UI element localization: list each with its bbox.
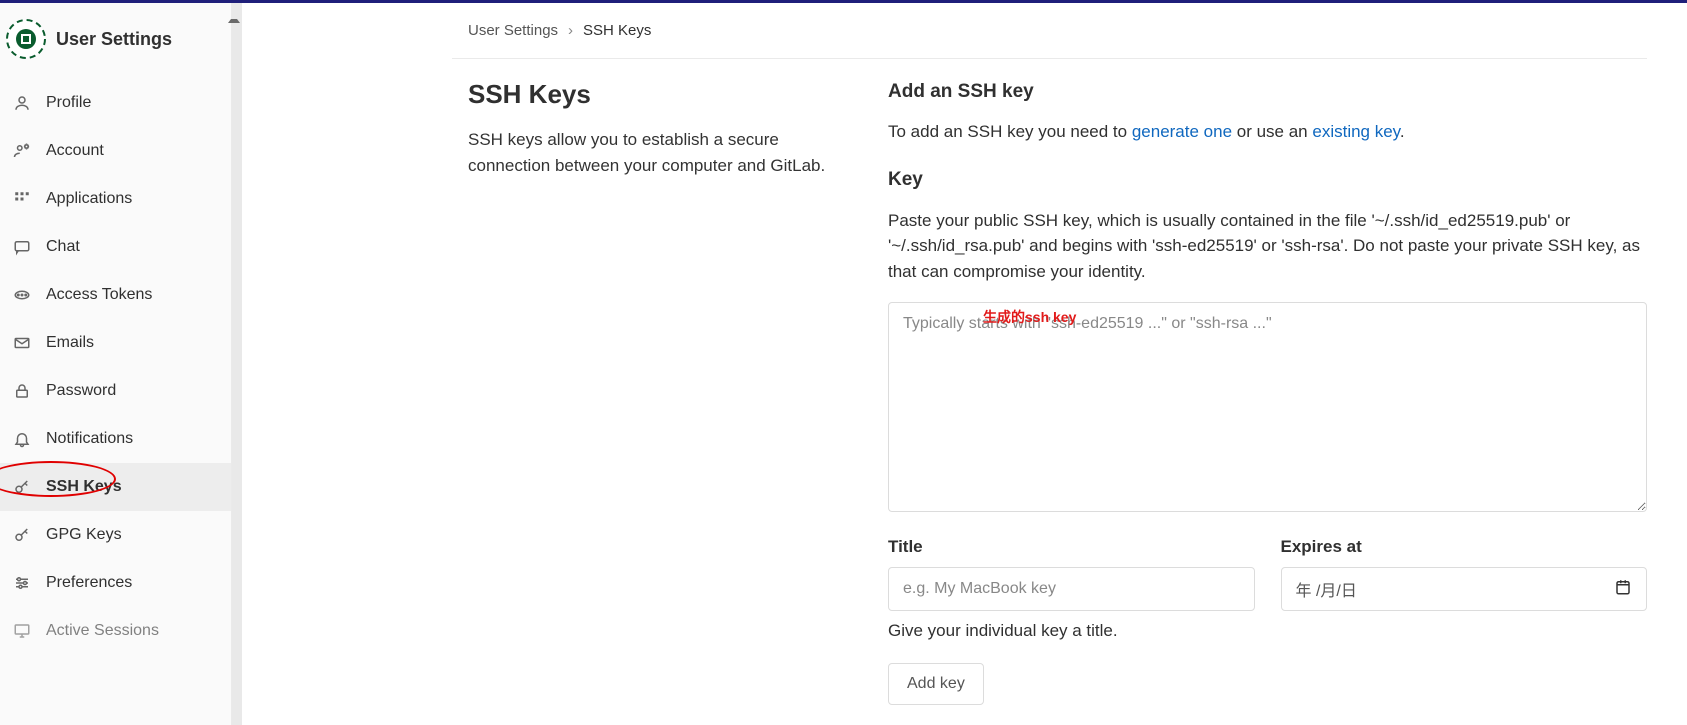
- sidebar-item-access-tokens[interactable]: Access Tokens: [0, 271, 231, 319]
- text-fragment: or use an: [1232, 122, 1312, 141]
- breadcrumb-root[interactable]: User Settings: [468, 22, 558, 39]
- title-expires-row: Title Give your individual key a title. …: [888, 537, 1647, 641]
- sidebar-item-label: Notifications: [46, 430, 133, 448]
- monitor-icon: [12, 621, 32, 641]
- link-generate-key[interactable]: generate one: [1132, 122, 1232, 141]
- sliders-icon: [12, 573, 32, 593]
- key-textarea[interactable]: [888, 302, 1647, 512]
- token-icon: [12, 285, 32, 305]
- sidebar-item-label: Emails: [46, 334, 94, 352]
- bell-icon: [12, 429, 32, 449]
- sidebar-header: User Settings: [0, 11, 231, 79]
- key-icon: [12, 477, 32, 497]
- sidebar-item-chat[interactable]: Chat: [0, 223, 231, 271]
- sidebar-item-applications[interactable]: Applications: [0, 175, 231, 223]
- sidebar-title: User Settings: [56, 29, 172, 50]
- key-icon: [12, 525, 32, 545]
- sidebar-item-label: Preferences: [46, 574, 132, 592]
- key-field-label: Key: [888, 169, 1647, 191]
- sidebar: User Settings Profile Account Applicatio…: [0, 3, 232, 725]
- content-grid: SSH Keys SSH keys allow you to establish…: [452, 59, 1647, 705]
- page-description: SSH keys allow you to establish a secure…: [468, 127, 848, 178]
- text-fragment: To add an SSH key you need to: [888, 122, 1132, 141]
- sidebar-item-emails[interactable]: Emails: [0, 319, 231, 367]
- sidebar-item-profile[interactable]: Profile: [0, 79, 231, 127]
- sidebar-scrollbar[interactable]: [231, 3, 243, 725]
- expires-field: Expires at 年 /月/日: [1281, 537, 1648, 641]
- sidebar-item-label: GPG Keys: [46, 526, 122, 544]
- sidebar-item-label: Chat: [46, 238, 80, 256]
- sidebar-item-preferences[interactable]: Preferences: [0, 559, 231, 607]
- add-key-button[interactable]: Add key: [888, 663, 984, 705]
- breadcrumb-current: SSH Keys: [583, 22, 651, 39]
- breadcrumb: User Settings › SSH Keys: [452, 3, 1647, 59]
- key-textarea-wrap: 生成的ssh key: [888, 302, 1647, 517]
- main-content: User Settings › SSH Keys SSH Keys SSH ke…: [232, 3, 1687, 725]
- text-fragment: .: [1400, 122, 1405, 141]
- add-key-heading: Add an SSH key: [888, 81, 1647, 103]
- form-column: Add an SSH key To add an SSH key you nee…: [888, 77, 1647, 705]
- sidebar-item-label: Access Tokens: [46, 286, 152, 304]
- mail-icon: [12, 333, 32, 353]
- sidebar-item-label: Active Sessions: [46, 622, 159, 640]
- sidebar-item-label: Applications: [46, 190, 132, 208]
- account-icon: [12, 141, 32, 161]
- expires-label: Expires at: [1281, 537, 1648, 557]
- sidebar-item-active-sessions[interactable]: Active Sessions: [0, 607, 231, 655]
- sidebar-item-password[interactable]: Password: [0, 367, 231, 415]
- sidebar-item-label: Password: [46, 382, 116, 400]
- layout-container: User Settings Profile Account Applicatio…: [0, 3, 1687, 725]
- title-label: Title: [888, 537, 1255, 557]
- sidebar-item-gpg-keys[interactable]: GPG Keys: [0, 511, 231, 559]
- title-input[interactable]: [888, 567, 1255, 611]
- profile-icon: [12, 93, 32, 113]
- apps-icon: [12, 189, 32, 209]
- expires-date-input[interactable]: 年 /月/日: [1281, 567, 1648, 611]
- sidebar-item-ssh-keys[interactable]: SSH Keys: [0, 463, 231, 511]
- date-placeholder: 年 /月/日: [1296, 577, 1357, 601]
- intro-column: SSH Keys SSH keys allow you to establish…: [468, 77, 848, 705]
- title-hint: Give your individual key a title.: [888, 621, 1255, 641]
- sidebar-item-label: SSH Keys: [46, 478, 122, 496]
- add-key-text: To add an SSH key you need to generate o…: [888, 120, 1647, 145]
- sidebar-item-label: Profile: [46, 94, 91, 112]
- key-help-text: Paste your public SSH key, which is usua…: [888, 208, 1647, 285]
- lock-icon: [12, 381, 32, 401]
- sidebar-item-notifications[interactable]: Notifications: [0, 415, 231, 463]
- title-field: Title Give your individual key a title.: [888, 537, 1255, 641]
- page-title: SSH Keys: [468, 79, 848, 110]
- sidebar-item-label: Account: [46, 142, 104, 160]
- breadcrumb-separator: ›: [568, 22, 573, 39]
- avatar: [6, 19, 46, 59]
- chat-icon: [12, 237, 32, 257]
- calendar-icon: [1614, 578, 1632, 601]
- sidebar-item-account[interactable]: Account: [0, 127, 231, 175]
- link-existing-key[interactable]: existing key: [1312, 122, 1400, 141]
